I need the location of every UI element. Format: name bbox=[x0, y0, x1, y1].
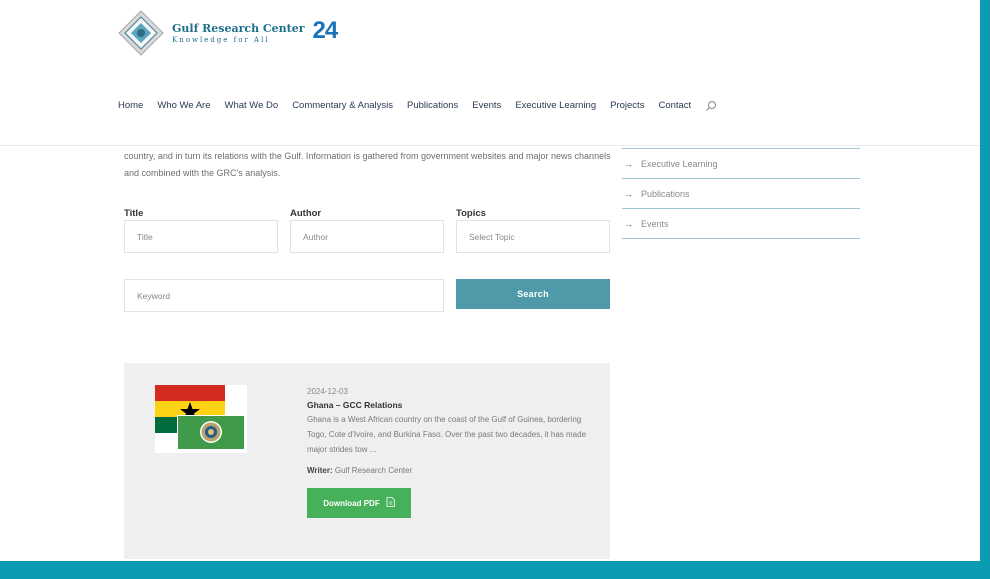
download-pdf-label: Download PDF bbox=[323, 498, 380, 508]
intro-text: country, and in turn its relations with … bbox=[124, 151, 611, 178]
sidebar-item-label: Events bbox=[641, 218, 669, 229]
nav-publications[interactable]: Publications bbox=[407, 100, 458, 111]
main-nav: Home Who We Are What We Do Commentary & … bbox=[118, 99, 717, 111]
writer-label: Writer: bbox=[307, 466, 333, 475]
sidebar-item-publications[interactable]: → Publications bbox=[622, 179, 860, 209]
sidebar-item-label: Publications bbox=[641, 188, 690, 199]
result-description: Ghana is a West African country on the c… bbox=[307, 415, 587, 454]
site-logo[interactable]: Gulf Research Center Knowledge for All 2… bbox=[118, 10, 339, 56]
topics-select[interactable]: Select Topic bbox=[456, 220, 610, 253]
arrow-right-icon: → bbox=[624, 188, 633, 199]
nav-events[interactable]: Events bbox=[472, 100, 501, 111]
sidebar-item-events[interactable]: → Events bbox=[622, 209, 860, 239]
writer-name: Gulf Research Center bbox=[334, 466, 413, 475]
nav-who-we-are[interactable]: Who We Are bbox=[157, 100, 210, 111]
keyword-input[interactable]: Keyword bbox=[124, 279, 444, 312]
logo-emblem bbox=[118, 10, 164, 56]
frame-border-bottom bbox=[0, 561, 990, 579]
anniversary-badge: 24 bbox=[312, 17, 339, 44]
search-button[interactable]: Search bbox=[456, 279, 610, 309]
arrow-right-icon: → bbox=[624, 218, 633, 229]
nav-projects[interactable]: Projects bbox=[610, 100, 644, 111]
title-label: Title bbox=[124, 208, 144, 219]
pdf-icon bbox=[380, 497, 395, 509]
nav-home[interactable]: Home bbox=[118, 100, 143, 111]
author-label: Author bbox=[290, 208, 322, 219]
sidebar-menu: → Executive Learning → Publications → Ev… bbox=[622, 148, 860, 239]
sidebar-item-label: Executive Learning bbox=[641, 158, 718, 169]
nav-what-we-do[interactable]: What We Do bbox=[225, 100, 279, 111]
result-title[interactable]: Ghana – GCC Relations bbox=[307, 400, 592, 410]
topics-label: Topics bbox=[456, 208, 486, 219]
download-pdf-button[interactable]: Download PDF bbox=[307, 488, 411, 518]
nav-executive-learning[interactable]: Executive Learning bbox=[515, 100, 596, 111]
frame-border-right bbox=[980, 0, 990, 579]
anniversary-number: 24 bbox=[312, 17, 339, 44]
title-input[interactable]: Title bbox=[124, 220, 278, 253]
search-icon[interactable] bbox=[705, 99, 717, 111]
logo-title: Gulf Research Center bbox=[172, 22, 305, 35]
result-thumbnail[interactable] bbox=[155, 385, 247, 453]
nav-contact[interactable]: Contact bbox=[658, 100, 691, 111]
sidebar-item-executive-learning[interactable]: → Executive Learning bbox=[622, 149, 860, 179]
nav-commentary-analysis[interactable]: Commentary & Analysis bbox=[292, 100, 393, 111]
author-input[interactable]: Author bbox=[290, 220, 444, 253]
result-date: 2024-12-03 bbox=[307, 387, 348, 396]
site-header: Gulf Research Center Knowledge for All 2… bbox=[0, 0, 980, 146]
logo-tagline: Knowledge for All bbox=[172, 36, 270, 44]
result-card: 2024-12-03 Ghana – GCC Relations Ghana i… bbox=[124, 363, 610, 559]
arrow-right-icon: → bbox=[624, 158, 633, 169]
result-writer: Writer: Gulf Research Center bbox=[307, 466, 592, 475]
